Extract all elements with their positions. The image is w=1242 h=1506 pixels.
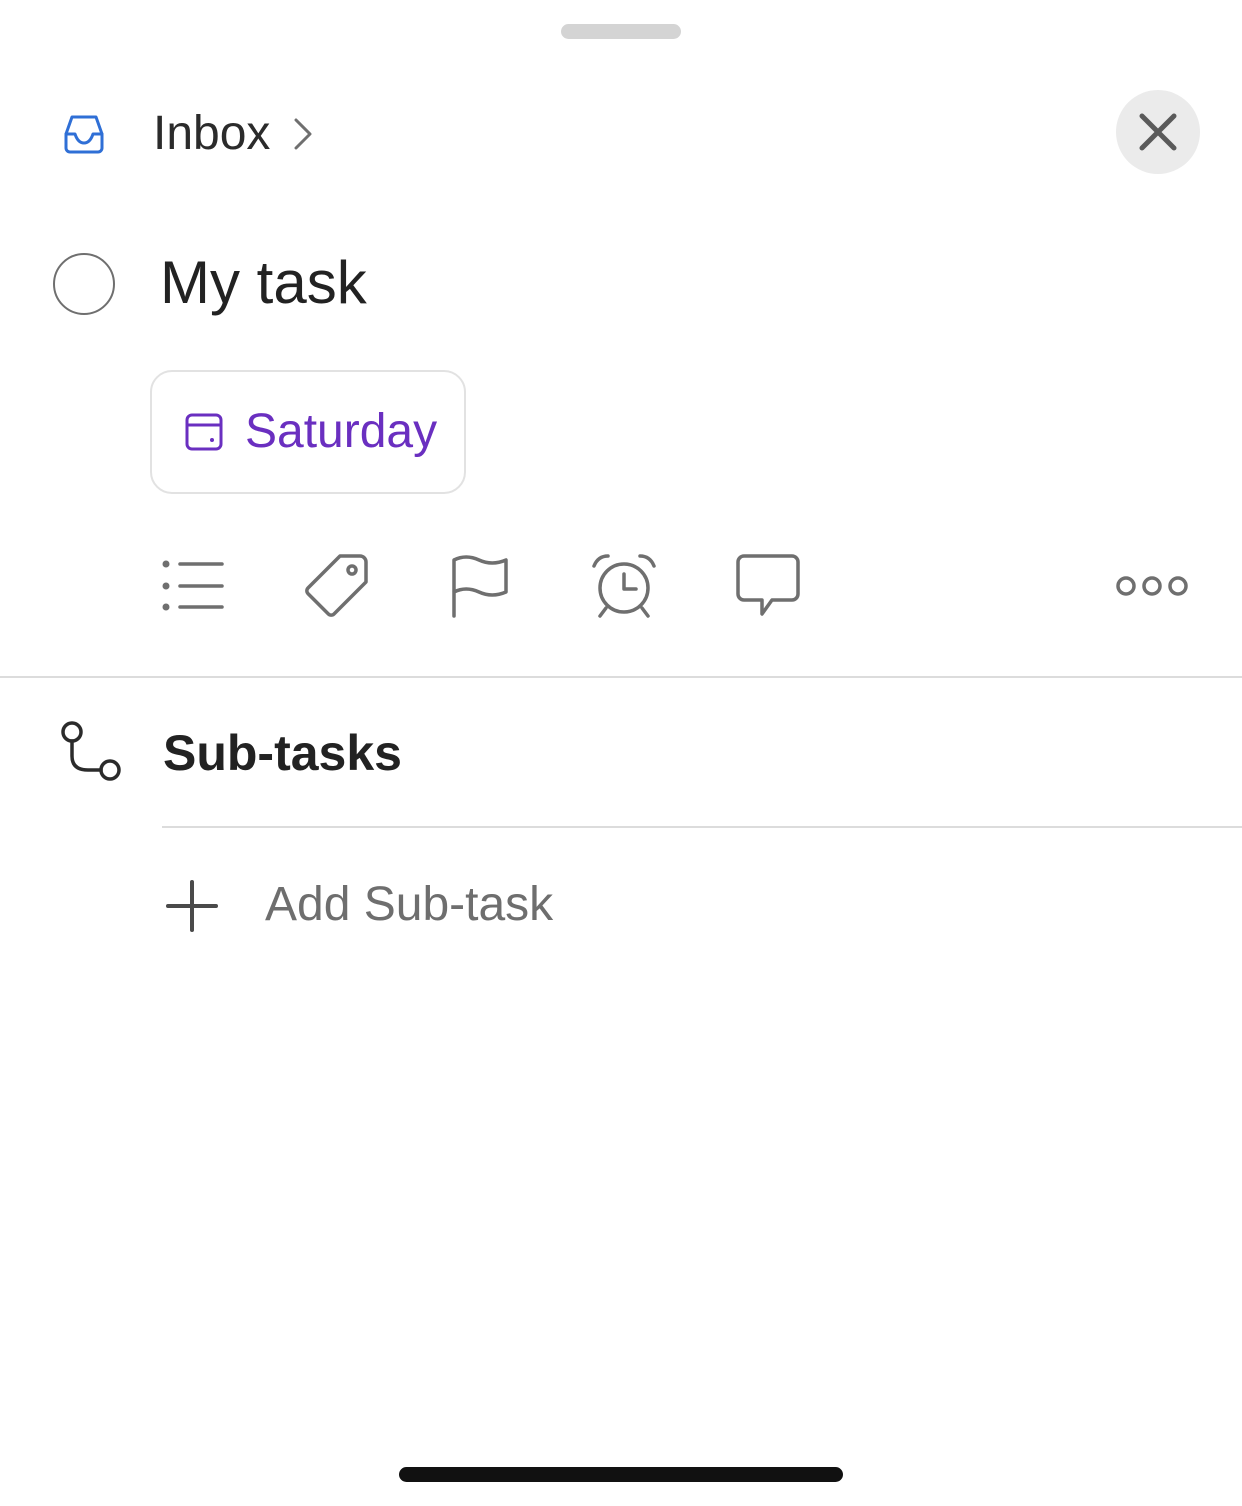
section-divider xyxy=(0,676,1242,678)
sheet-grabber[interactable] xyxy=(561,24,681,39)
comment-icon[interactable] xyxy=(734,552,802,620)
more-icon[interactable] xyxy=(1116,552,1188,620)
home-indicator xyxy=(399,1467,843,1482)
task-title[interactable]: My task xyxy=(160,248,367,318)
breadcrumb-project[interactable]: Inbox xyxy=(153,106,270,162)
chevron-right-icon xyxy=(290,116,316,152)
task-detail-sheet: Inbox My task Saturday Sub-tasks Add Sub… xyxy=(0,0,1242,1506)
task-complete-checkbox[interactable] xyxy=(53,253,115,315)
close-icon xyxy=(1139,113,1177,151)
inbox-icon[interactable] xyxy=(62,112,106,156)
due-date-chip[interactable]: Saturday xyxy=(150,370,466,494)
close-button[interactable] xyxy=(1116,90,1200,174)
subtasks-icon xyxy=(58,720,124,784)
tag-icon[interactable] xyxy=(302,552,370,620)
plus-icon[interactable] xyxy=(166,880,218,932)
alarm-clock-icon[interactable] xyxy=(590,552,658,620)
description-list-icon[interactable] xyxy=(158,552,226,620)
flag-icon[interactable] xyxy=(446,552,514,620)
calendar-icon xyxy=(185,413,223,451)
subtasks-heading: Sub-tasks xyxy=(163,725,402,781)
subtasks-divider xyxy=(162,826,1242,828)
add-subtask-button[interactable]: Add Sub-task xyxy=(265,877,553,933)
due-date-label: Saturday xyxy=(245,405,438,458)
